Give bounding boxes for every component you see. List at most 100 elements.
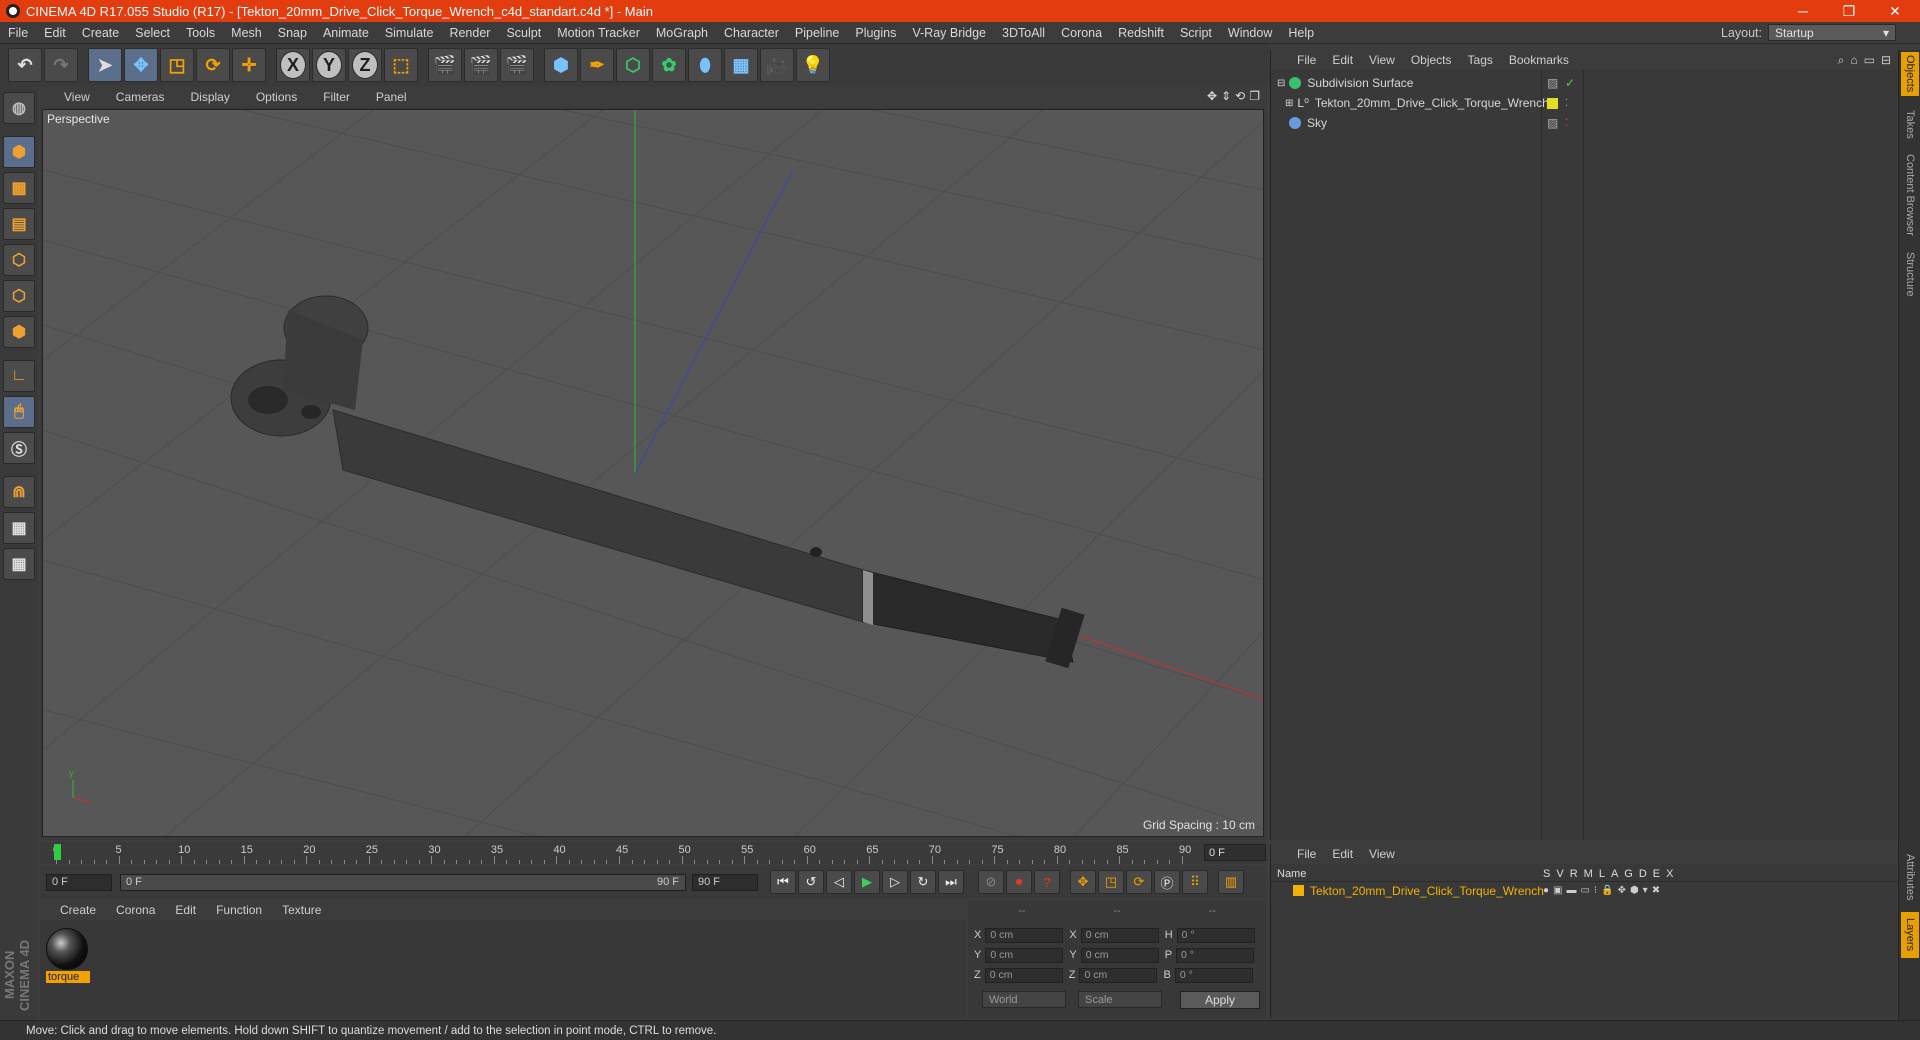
subdivision-surface-button[interactable]: ⬡ bbox=[616, 48, 650, 82]
menu-vray-bridge[interactable]: V-Ray Bridge bbox=[904, 26, 994, 40]
make-editable-button[interactable]: ◍ bbox=[3, 92, 35, 124]
size-mode-dropdown[interactable]: Scale bbox=[1078, 991, 1162, 1008]
tab-attributes[interactable]: Attributes bbox=[1901, 845, 1919, 909]
layer-color-icon[interactable] bbox=[1547, 97, 1558, 109]
step-forward-button[interactable]: ▷ bbox=[882, 870, 908, 894]
pan-icon[interactable]: ✥ bbox=[1207, 89, 1217, 103]
layout-dropdown[interactable]: Startup ▾ bbox=[1768, 24, 1896, 41]
visibility-dots-icon[interactable]: ⁚ bbox=[1565, 118, 1568, 129]
key-scale-button[interactable]: ◳ bbox=[1098, 870, 1124, 894]
render-picture-viewer-button[interactable]: 🎬 bbox=[464, 48, 498, 82]
material-menu-corona[interactable]: Corona bbox=[106, 903, 165, 917]
minimize-button[interactable]: ─ bbox=[1780, 0, 1826, 22]
edges-mode-button[interactable]: ⬡ bbox=[3, 280, 35, 312]
rotation-b-field[interactable]: 0 ° bbox=[1174, 967, 1253, 983]
light-button[interactable]: 💡 bbox=[796, 48, 830, 82]
menu-select[interactable]: Select bbox=[127, 26, 178, 40]
deformer-button[interactable]: ⬮ bbox=[688, 48, 722, 82]
viewport-menu-cameras[interactable]: Cameras bbox=[102, 90, 177, 104]
goto-start-button[interactable]: ⏮ bbox=[770, 870, 796, 894]
scale-tool-button[interactable]: ◳ bbox=[160, 48, 194, 82]
visibility-toggle-icon[interactable]: ▨ bbox=[1547, 116, 1558, 130]
undo-button[interactable]: ↶ bbox=[8, 48, 42, 82]
menu-pipeline[interactable]: Pipeline bbox=[787, 26, 847, 40]
key-rotation-button[interactable]: ⟳ bbox=[1126, 870, 1152, 894]
planar-workplane-button[interactable]: ▦ bbox=[3, 548, 35, 580]
object-row-subdivision-surface[interactable]: ⊟ Subdivision Surface ▨ ✓ bbox=[1271, 74, 1898, 92]
tab-content-browser[interactable]: Content Browser bbox=[1901, 150, 1919, 240]
object-row-torque-wrench[interactable]: ⊞ L⁰ Tekton_20mm_Drive_Click_Torque_Wren… bbox=[1271, 94, 1898, 112]
viewport-menu-panel[interactable]: Panel bbox=[362, 90, 419, 104]
viewport-menu-view[interactable]: View bbox=[50, 90, 102, 104]
menu-motion-tracker[interactable]: Motion Tracker bbox=[549, 26, 648, 40]
visibility-toggle-icon[interactable]: ▨ bbox=[1547, 76, 1558, 90]
lm-menu-edit[interactable]: Edit bbox=[1324, 847, 1361, 861]
tab-objects[interactable]: Objects bbox=[1901, 52, 1919, 96]
lm-menu-file[interactable]: File bbox=[1289, 847, 1324, 861]
end-frame-field[interactable]: 90 F bbox=[692, 873, 758, 891]
position-z-field[interactable]: 0 cm bbox=[984, 967, 1063, 983]
move-tool-button[interactable]: ✥ bbox=[124, 48, 158, 82]
render-settings-button[interactable]: 🎬 bbox=[500, 48, 534, 82]
om-menu-file[interactable]: File bbox=[1289, 53, 1324, 67]
maximize-button[interactable]: ❐ bbox=[1826, 0, 1872, 22]
home-icon[interactable]: ⌂ bbox=[1850, 53, 1857, 68]
model-mode-button[interactable]: ⬢ bbox=[3, 136, 35, 168]
layer-flag-icons[interactable]: ●▣▬▭⁝🔒✥⬢▾✖ bbox=[1543, 885, 1664, 896]
workplane-mode-button[interactable]: ▤ bbox=[3, 208, 35, 240]
menu-simulate[interactable]: Simulate bbox=[377, 26, 442, 40]
z-axis-lock-button[interactable]: Z bbox=[348, 48, 382, 82]
key-position-button[interactable]: ✥ bbox=[1070, 870, 1096, 894]
perspective-viewport[interactable]: y Perspective Grid Spacing : 10 cm bbox=[42, 109, 1264, 837]
playhead-marker[interactable] bbox=[54, 844, 61, 860]
expand-icon[interactable]: ⊟ bbox=[1881, 53, 1891, 68]
tab-layers[interactable]: Layers bbox=[1901, 912, 1919, 958]
position-x-field[interactable]: 0 cm bbox=[985, 927, 1064, 943]
viewport-menu-display[interactable]: Display bbox=[176, 90, 241, 104]
size-y-field[interactable]: 0 cm bbox=[1080, 947, 1159, 963]
live-selection-button[interactable]: ➤ bbox=[88, 48, 122, 82]
om-menu-objects[interactable]: Objects bbox=[1403, 53, 1460, 67]
viewport-menu-options[interactable]: Options bbox=[242, 90, 309, 104]
menu-edit[interactable]: Edit bbox=[36, 26, 74, 40]
collapse-icon[interactable]: ▭ bbox=[1864, 53, 1875, 68]
record-active-button[interactable]: ⊘ bbox=[978, 870, 1004, 894]
object-row-sky[interactable]: Sky ▨ ⁚ bbox=[1271, 114, 1898, 132]
search-icon[interactable]: ⌕ bbox=[1838, 53, 1845, 68]
current-frame-field[interactable]: 0 F bbox=[1204, 844, 1266, 861]
pen-spline-button[interactable]: ✒ bbox=[580, 48, 614, 82]
menu-animate[interactable]: Animate bbox=[315, 26, 377, 40]
dolly-icon[interactable]: ⇕ bbox=[1221, 89, 1231, 103]
goto-next-key-button[interactable]: ↻ bbox=[910, 870, 936, 894]
key-parameter-button[interactable]: Ⓟ bbox=[1154, 870, 1180, 894]
visibility-dots-icon[interactable]: ⁚ bbox=[1565, 98, 1568, 109]
menu-render[interactable]: Render bbox=[441, 26, 498, 40]
om-menu-edit[interactable]: Edit bbox=[1324, 53, 1361, 67]
workplane-lock-button[interactable]: ▦ bbox=[3, 512, 35, 544]
layer-row[interactable]: Tekton_20mm_Drive_Click_Torque_Wrench ●▣… bbox=[1271, 882, 1898, 899]
menu-3dtoall[interactable]: 3DToAll bbox=[994, 26, 1053, 40]
menu-mograph[interactable]: MoGraph bbox=[648, 26, 716, 40]
timeline-window-button[interactable]: ▥ bbox=[1218, 870, 1244, 894]
tree-expand-icon[interactable]: ⊞ bbox=[1285, 98, 1293, 109]
layer-color-swatch[interactable] bbox=[1293, 885, 1304, 896]
start-frame-field[interactable]: 0 F bbox=[46, 873, 112, 891]
redo-button[interactable]: ↷ bbox=[44, 48, 78, 82]
floor-button[interactable]: ▦ bbox=[724, 48, 758, 82]
rotation-p-field[interactable]: 0 ° bbox=[1176, 947, 1255, 963]
y-axis-lock-button[interactable]: Y bbox=[312, 48, 346, 82]
enabled-check-icon[interactable]: ✓ bbox=[1565, 76, 1575, 90]
viewport-menu-filter[interactable]: Filter bbox=[309, 90, 362, 104]
x-axis-lock-button[interactable]: X bbox=[276, 48, 310, 82]
material-menu-edit[interactable]: Edit bbox=[165, 903, 206, 917]
menu-snap[interactable]: Snap bbox=[270, 26, 315, 40]
goto-end-button[interactable]: ⏭ bbox=[938, 870, 964, 894]
keyframe-selection-button[interactable]: ? bbox=[1034, 870, 1060, 894]
timeline-ruler[interactable]: 0 F 051015202530354045505560657075808590 bbox=[40, 842, 1266, 864]
material-swatch[interactable]: torque bbox=[46, 928, 90, 986]
orbit-icon[interactable]: ⟲ bbox=[1235, 89, 1245, 103]
om-menu-tags[interactable]: Tags bbox=[1460, 53, 1501, 67]
material-menu-texture[interactable]: Texture bbox=[272, 903, 331, 917]
lm-menu-view[interactable]: View bbox=[1361, 847, 1403, 861]
preview-range-slider[interactable]: 0 F 90 F bbox=[120, 873, 686, 891]
